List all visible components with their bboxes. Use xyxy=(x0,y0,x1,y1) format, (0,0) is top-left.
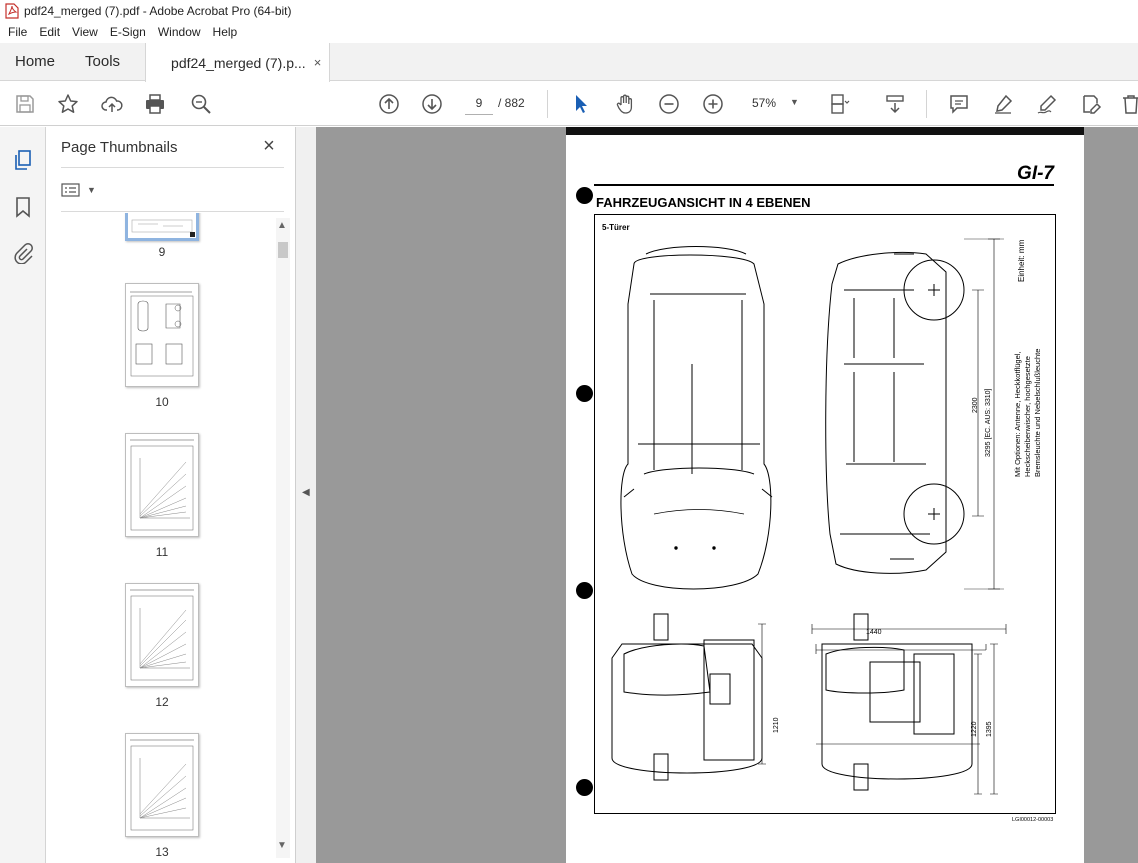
page-thumbnails-icon[interactable] xyxy=(10,147,36,173)
thumbnail-list: 9 10 11 12 13 xyxy=(47,213,277,863)
tab-home[interactable]: Home xyxy=(0,43,70,80)
thumbnail-label: 13 xyxy=(155,845,169,859)
document-view[interactable]: GI-7 FAHRZEUGANSICHT IN 4 EBENEN 5-Türer… xyxy=(316,127,1138,863)
toolbar-separator xyxy=(547,90,548,118)
dimension-height: 1395 xyxy=(986,721,993,737)
sign-pen-icon[interactable] xyxy=(1034,91,1060,117)
panel-divider xyxy=(61,211,284,212)
zoom-out-icon[interactable] xyxy=(656,91,682,117)
tab-document-label: pdf24_merged (7).p... xyxy=(171,54,306,71)
left-rail xyxy=(0,127,46,863)
upload-cloud-icon[interactable] xyxy=(99,91,125,117)
menu-esign[interactable]: E-Sign xyxy=(104,25,152,39)
next-page-icon[interactable] xyxy=(419,91,445,117)
page-top-bar xyxy=(566,127,1084,135)
toolbar-separator xyxy=(926,90,927,118)
page-thumbnails-panel: Page Thumbnails × ▼ 9 10 11 12 13 xyxy=(47,127,296,863)
header-rule xyxy=(594,184,1054,186)
menu-view[interactable]: View xyxy=(66,25,104,39)
close-icon[interactable]: × xyxy=(259,135,279,157)
print-icon[interactable] xyxy=(142,91,168,117)
tab-close-icon[interactable]: × xyxy=(314,55,322,70)
scrollbar-thumb[interactable] xyxy=(278,242,288,258)
menu-bar: File Edit View E-Sign Window Help xyxy=(0,22,1138,42)
menu-window[interactable]: Window xyxy=(152,25,207,39)
dimension-length: 3295 [EC. AUS: 3310] xyxy=(985,388,992,458)
thumbnail-label: 10 xyxy=(155,395,169,409)
panel-divider xyxy=(61,167,284,168)
scroll-up-icon[interactable]: ▲ xyxy=(277,220,287,231)
dimension-width: 1440 xyxy=(866,629,882,636)
hand-tool-icon[interactable] xyxy=(612,91,638,117)
dimension-track-rear: 1220 xyxy=(971,721,978,737)
highlight-pen-icon[interactable] xyxy=(990,91,1016,117)
tab-document[interactable]: pdf24_merged (7).p... × xyxy=(145,43,331,82)
chevron-down-icon: ▼ xyxy=(87,185,96,195)
toolbar xyxy=(0,82,1138,126)
thumbnail-label: 9 xyxy=(158,245,166,259)
comment-icon[interactable] xyxy=(946,91,972,117)
dimension-wheelbase: 2300 xyxy=(972,397,979,413)
delete-trash-icon[interactable] xyxy=(1118,91,1138,117)
scroll-down-icon[interactable]: ▼ xyxy=(277,840,287,851)
page-total-label: / 882 xyxy=(498,96,525,110)
acrobat-pdf-icon xyxy=(5,3,19,19)
thumbnail-options-button[interactable]: ▼ xyxy=(61,179,99,201)
page-heading: FAHRZEUGANSICHT IN 4 EBENEN xyxy=(596,195,811,210)
attachments-paperclip-icon[interactable] xyxy=(10,240,36,266)
save-icon[interactable] xyxy=(12,91,38,117)
drawing-code: LGI00012-00003 xyxy=(1012,817,1054,823)
options-list-icon xyxy=(61,183,80,197)
binder-hole xyxy=(576,779,593,796)
binder-hole xyxy=(576,187,593,204)
menu-help[interactable]: Help xyxy=(207,25,244,39)
thumbnail-page-13[interactable] xyxy=(125,733,199,837)
tab-bar: Home Tools pdf24_merged (7).p... × xyxy=(0,43,1138,82)
thumbnail-scrollbar[interactable]: ▲ ▼ xyxy=(276,218,290,858)
zoom-in-icon[interactable] xyxy=(700,91,726,117)
section-number: GI-7 xyxy=(1017,163,1054,184)
binder-hole xyxy=(576,582,593,599)
pdf-page: GI-7 FAHRZEUGANSICHT IN 4 EBENEN 5-Türer… xyxy=(566,127,1084,863)
fit-page-icon[interactable] xyxy=(826,91,852,117)
chevron-down-icon[interactable]: ▼ xyxy=(790,97,799,107)
bookmark-star-icon[interactable] xyxy=(55,91,81,117)
menu-edit[interactable]: Edit xyxy=(33,25,66,39)
thumbnail-page-9[interactable] xyxy=(125,213,199,241)
edit-pdf-icon[interactable] xyxy=(1078,91,1104,117)
dimension-track-front: 1210 xyxy=(773,717,780,733)
zoom-search-icon[interactable] xyxy=(188,91,214,117)
thumbnail-label: 12 xyxy=(155,695,169,709)
previous-page-icon[interactable] xyxy=(376,91,402,117)
scroll-mode-icon[interactable] xyxy=(882,91,908,117)
zoom-level-dropdown[interactable]: 57% xyxy=(752,96,776,110)
binder-hole xyxy=(576,385,593,402)
thumbnail-page-12[interactable] xyxy=(125,583,199,687)
menu-file[interactable]: File xyxy=(2,25,33,39)
page-number-input[interactable] xyxy=(465,91,493,115)
thumbnail-page-10[interactable] xyxy=(125,283,199,387)
panel-collapse-handle[interactable]: ◀ xyxy=(296,127,316,863)
thumbnail-label: 11 xyxy=(155,545,169,559)
title-bar: pdf24_merged (7).pdf - Adobe Acrobat Pro… xyxy=(0,0,1138,22)
tab-tools[interactable]: Tools xyxy=(70,43,135,80)
window-title: pdf24_merged (7).pdf - Adobe Acrobat Pro… xyxy=(24,4,292,18)
chevron-left-icon: ◀ xyxy=(302,487,310,498)
bookmarks-icon[interactable] xyxy=(10,194,36,220)
thumbnail-page-11[interactable] xyxy=(125,433,199,537)
select-cursor-icon[interactable] xyxy=(568,91,594,117)
panel-title: Page Thumbnails xyxy=(61,139,178,156)
